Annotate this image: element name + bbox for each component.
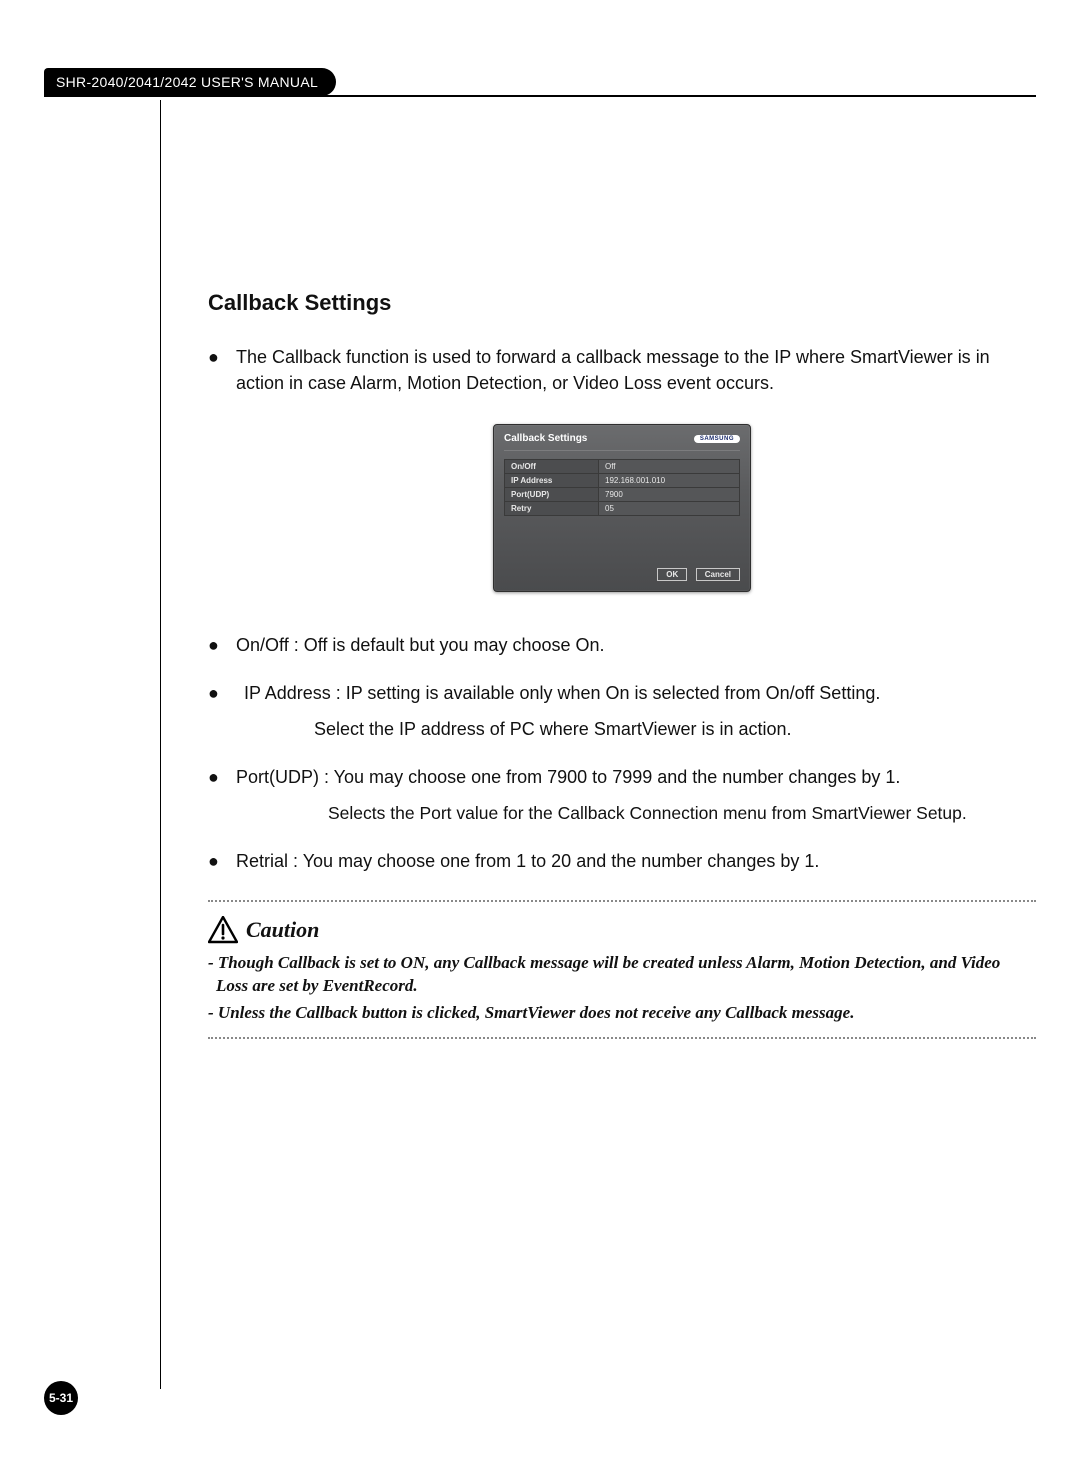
page-header: SHR-2040/2041/2042 USER'S MANUAL [44,68,1036,97]
dialog-header: Callback Settings SAMSUNG [504,433,740,451]
port-line1-text: Port(UDP) : You may choose one from 7900… [236,764,1036,790]
caution-line-1: - Though Callback is set to ON, any Call… [208,952,1036,998]
caution-icon [208,916,238,944]
page-number-badge: 5-31 [44,1381,78,1415]
table-row: On/Off Off [505,460,740,474]
caution-header: Caution [208,916,1036,944]
bullet-icon: ● [208,632,236,658]
retry-label-cell: Retry [505,502,599,516]
callback-settings-dialog: Callback Settings SAMSUNG On/Off Off IP … [493,424,751,592]
ip-label-cell: IP Address [505,474,599,488]
bullet-icon: ● [208,344,236,370]
ip-bullet: ● IP Address : IP setting is available o… [208,680,1036,742]
ok-button[interactable]: OK [657,568,687,581]
caution-label: Caution [246,917,319,943]
page-content: Callback Settings ● The Callback functio… [208,290,1036,1053]
port-label-cell: Port(UDP) [505,488,599,502]
table-row: Port(UDP) 7900 [505,488,740,502]
dialog-button-row: OK Cancel [504,568,740,581]
retrial-bullet: ● Retrial : You may choose one from 1 to… [208,848,1036,874]
dialog-settings-table: On/Off Off IP Address 192.168.001.010 Po… [504,459,740,516]
retrial-text: Retrial : You may choose one from 1 to 2… [236,848,1036,874]
ip-value-cell[interactable]: 192.168.001.010 [599,474,740,488]
vertical-margin-rule [160,100,161,1389]
bullet-icon: ● [208,764,236,790]
onoff-label-cell: On/Off [505,460,599,474]
bullet-icon: ● [208,848,236,874]
retry-value-cell[interactable]: 05 [599,502,740,516]
ip-line1-text: IP Address : IP setting is available onl… [236,680,1036,706]
manual-title-pill: SHR-2040/2041/2042 USER'S MANUAL [44,68,336,96]
samsung-logo: SAMSUNG [694,435,740,443]
table-row: IP Address 192.168.001.010 [505,474,740,488]
intro-text: The Callback function is used to forward… [236,344,1036,396]
caution-top-rule [208,900,1036,902]
caution-bottom-rule [208,1037,1036,1039]
onoff-text: On/Off : Off is default but you may choo… [236,632,1036,658]
section-title: Callback Settings [208,290,1036,316]
intro-bullet: ● The Callback function is used to forwa… [208,344,1036,396]
cancel-button[interactable]: Cancel [696,568,740,581]
port-value-cell[interactable]: 7900 [599,488,740,502]
ip-line2-text: Select the IP address of PC where SmartV… [208,716,1036,742]
bullet-icon: ● [208,680,236,706]
caution-line-2: - Unless the Callback button is clicked,… [208,1002,1036,1025]
port-bullet: ● Port(UDP) : You may choose one from 79… [208,764,1036,825]
table-row: Retry 05 [505,502,740,516]
dialog-title: Callback Settings [504,433,587,444]
port-line2-text: Selects the Port value for the Callback … [208,801,1036,826]
onoff-bullet: ● On/Off : Off is default but you may ch… [208,632,1036,658]
onoff-value-cell[interactable]: Off [599,460,740,474]
